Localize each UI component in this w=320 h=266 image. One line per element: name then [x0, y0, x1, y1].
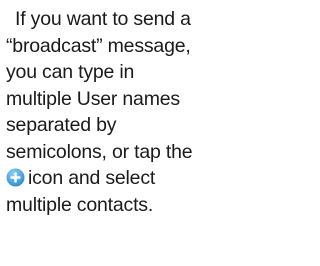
help-line-1: If you want to send a: [15, 8, 191, 30]
add-contact-icon: [6, 168, 25, 187]
help-line-6: semicolons, or tap the: [6, 140, 193, 163]
help-line-5: separated by: [6, 114, 117, 136]
help-line-4: multiple User names: [6, 87, 180, 110]
help-line-7: icon and select: [6, 165, 242, 192]
help-line-7-text: icon and select: [28, 167, 156, 189]
help-line-2: “broadcast” message,: [6, 34, 191, 57]
help-line-8: multiple contacts.: [6, 193, 154, 216]
help-line-3: you can type in: [6, 61, 135, 83]
broadcast-help-text: If you want to send a “broadcast” messag…: [6, 6, 242, 218]
